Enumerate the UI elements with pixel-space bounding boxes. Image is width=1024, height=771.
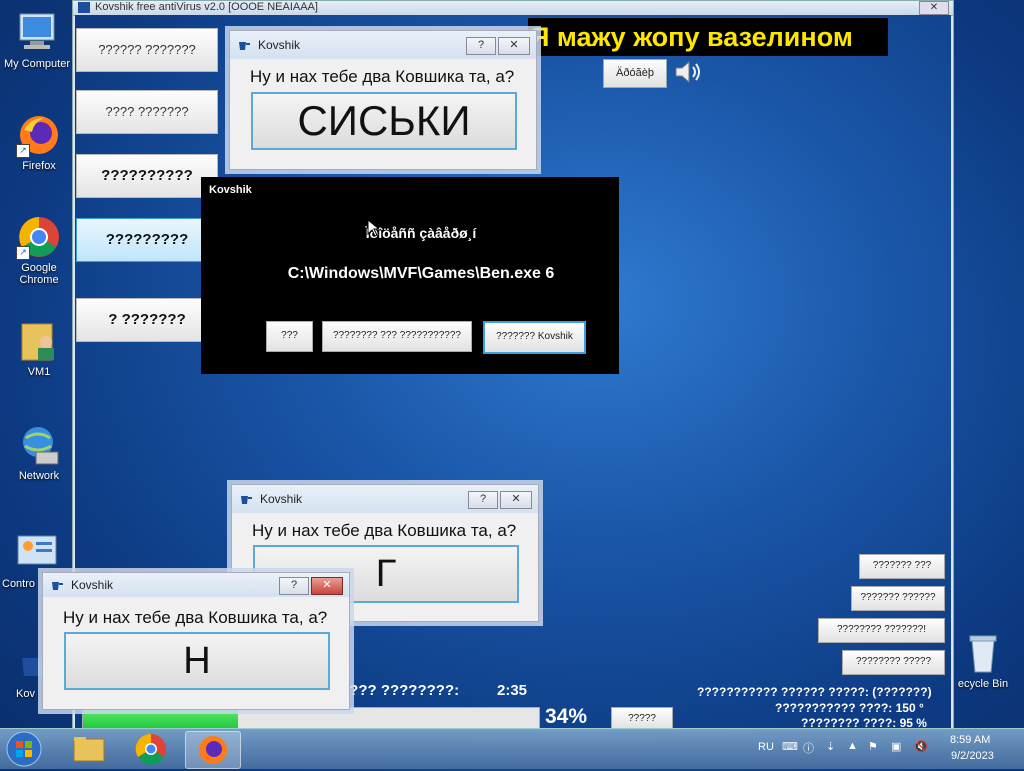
desktop-icon-label: VM1 (27, 366, 51, 378)
windows-logo-icon (6, 731, 42, 767)
dialog-question: Ну и нах тебе два Ковшика та, а? (252, 521, 517, 540)
recycle-bin-icon (960, 630, 1006, 676)
right-button-2[interactable]: ??????? ?????? (851, 586, 945, 611)
chrome-icon (135, 733, 166, 765)
desktop-icon-label: Google Chrome (19, 262, 59, 286)
side-button-2[interactable]: ???? ??????? (76, 90, 218, 134)
progress-percent: 34% (545, 705, 588, 728)
kovshik-icon (239, 42, 250, 50)
close-button[interactable]: ✕ (311, 577, 343, 595)
desktop-icon-label: Firefox (22, 160, 56, 172)
side-button-4[interactable]: ????????? (76, 218, 218, 262)
elapsed-value: 2:35 (497, 682, 528, 699)
close-button[interactable]: ✕ (500, 491, 532, 509)
right-button-4[interactable]: ???????? ????? (842, 650, 945, 675)
dialog-titlebar[interactable]: Kovshik ? ✕ (232, 485, 538, 513)
folder-icon (73, 737, 105, 762)
answer-button[interactable]: СИСЬКИ (251, 92, 517, 150)
app-icon (78, 2, 90, 13)
dialog-titlebar[interactable]: Kovshik ? ✕ (230, 31, 536, 59)
process-dialog-line2: C:\Windows\MVF\Games\Ben.exe 6 (287, 265, 555, 282)
desktop-icon-firefox[interactable]: ↗ Firefox (2, 112, 76, 172)
kovshik-icon (241, 496, 252, 504)
dialog-question: Ну и нах тебе два Ковшика та, а? (63, 608, 328, 627)
start-button[interactable] (4, 730, 44, 768)
kovshik-dialog-front: Kovshik ? ✕ Ну и нах тебе два Ковшика та… (42, 572, 350, 710)
side-button-5[interactable]: ? ??????? (76, 298, 218, 342)
process-dialog-button-3[interactable]: ??????? Kovshik (483, 321, 586, 354)
clock-date[interactable]: 9/2/2023 (951, 750, 994, 762)
help-button[interactable]: ? (466, 37, 496, 55)
taskbar-chrome[interactable] (124, 731, 178, 767)
process-dialog-line1: Ïðîöåññ çàâåðø¸í (365, 225, 477, 241)
volume-muted-icon[interactable]: 🔇 (914, 740, 928, 753)
control-panel-icon (14, 530, 60, 576)
bottom-button[interactable]: ????? (611, 707, 673, 730)
answer-button[interactable]: Н (64, 632, 330, 690)
speaker-icon[interactable] (672, 58, 706, 86)
banner-text: Я мажу жопу вазелином (528, 18, 888, 56)
side-button-3[interactable]: ?????????? (76, 154, 218, 198)
desktop-icon-network[interactable]: Network (2, 422, 76, 482)
desktop-icon-recycle-bin[interactable]: ecycle Bin (942, 630, 1024, 690)
desktop-icon-label: My Computer (3, 58, 71, 70)
side-button-1[interactable]: ?????? ??????? (76, 28, 218, 72)
main-window-title: Kovshik free antiVirus v2.0 [OOOE NEAIAA… (95, 1, 318, 13)
top-action-button[interactable]: Äðóãèþ (603, 59, 667, 88)
desktop-icon-my-computer[interactable]: My Computer (0, 10, 74, 70)
progress-bar-fill (83, 708, 239, 729)
process-dialog-button-1[interactable]: ??? (266, 321, 313, 352)
help-icon[interactable]: ⓘ (803, 740, 814, 756)
language-indicator[interactable]: RU (758, 741, 774, 753)
help-button[interactable]: ? (468, 491, 498, 509)
computer-icon (14, 10, 60, 56)
desktop-icon-vm1[interactable]: VM1 (2, 318, 76, 378)
dialog-title: Kovshik (258, 38, 301, 52)
taskbar-explorer[interactable] (62, 731, 116, 767)
taskbar: RU ⌨ ⓘ ⇣ ▲ ⚑ ▣ 🔇 8:59 AM 9/2/2023 (0, 728, 1024, 769)
process-dialog-button-2[interactable]: ???????? ??? ??????????? (322, 321, 472, 352)
keyboard-icon[interactable]: ⌨ (782, 740, 798, 753)
folder-user-icon (16, 318, 62, 364)
shortcut-arrow-icon: ↗ (16, 246, 30, 260)
desktop-icon-label: Network (18, 470, 60, 482)
dialog-title: Kovshik (260, 492, 303, 506)
mouse-cursor-icon (367, 218, 381, 240)
firefox-icon: ↗ (16, 112, 62, 158)
dialog-title: Kovshik (71, 578, 114, 592)
firefox-icon (199, 736, 227, 764)
action-center-icon[interactable]: ⚑ (868, 740, 878, 753)
dialog-titlebar[interactable]: Kovshik ? ✕ (43, 573, 349, 597)
kovshik-icon (52, 582, 63, 590)
stat-line-2: ??????????? ????: 150 ° (775, 701, 924, 715)
elapsed-label: ???? ????????: (340, 682, 460, 699)
help-button[interactable]: ? (279, 577, 309, 595)
main-window-titlebar[interactable]: Kovshik free antiVirus v2.0 [OOOE NEAIAA… (73, 1, 953, 16)
network-tray-icon[interactable]: ▣ (891, 740, 901, 753)
desktop-icon-label: ecycle Bin (957, 678, 1009, 690)
stat-line-1: ??????????? ?????? ?????: (???????) (697, 685, 932, 699)
clock-time[interactable]: 8:59 AM (950, 734, 990, 746)
progress-bar (82, 707, 540, 730)
process-dialog-title: Kovshik (209, 184, 252, 196)
dialog-question: Ну и нах тебе два Ковшика та, а? (250, 67, 515, 86)
chrome-icon: ↗ (16, 214, 62, 260)
right-button-3[interactable]: ???????? ???????! (818, 618, 945, 643)
pen-icon[interactable]: ⇣ (826, 740, 835, 753)
process-dialog: Kovshik Ïðîöåññ çàâåðø¸í C:\Windows\MVF\… (201, 177, 619, 374)
network-icon (16, 422, 62, 468)
main-window-close-button[interactable]: ✕ (919, 1, 949, 15)
shortcut-arrow-icon: ↗ (16, 144, 30, 158)
right-button-1[interactable]: ??????? ??? (859, 554, 945, 579)
desktop-icon-chrome[interactable]: ↗ Google Chrome (2, 214, 76, 286)
taskbar-firefox[interactable] (185, 731, 241, 769)
kovshik-dialog-top: Kovshik ? ✕ Ну и нах тебе два Ковшика та… (229, 30, 537, 170)
show-hidden-icons-icon[interactable]: ▲ (847, 740, 858, 752)
close-button[interactable]: ✕ (498, 37, 530, 55)
